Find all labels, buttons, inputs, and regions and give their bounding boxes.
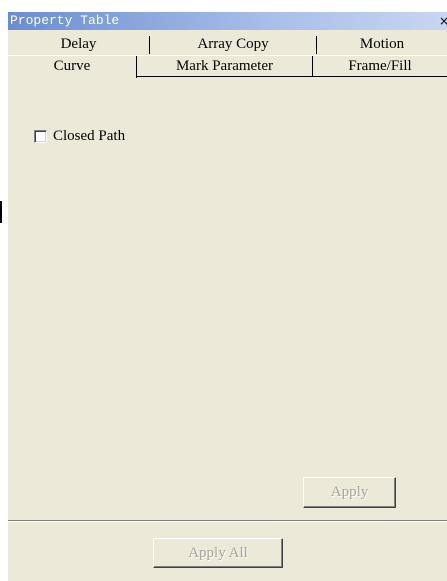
apply-all-button-label: Apply All bbox=[188, 545, 248, 561]
tab-frame-fill[interactable]: Frame/Fill bbox=[313, 56, 447, 76]
tab-row-baseline bbox=[137, 76, 447, 77]
close-icon[interactable]: × bbox=[439, 12, 447, 30]
apply-all-button[interactable]: Apply All bbox=[153, 538, 283, 568]
closed-path-checkbox[interactable] bbox=[34, 130, 47, 143]
tab-array-copy[interactable]: Array Copy bbox=[150, 34, 316, 54]
tab-curve-label: Curve bbox=[53, 58, 91, 74]
closed-path-option[interactable]: Closed Path bbox=[34, 128, 125, 145]
apply-button[interactable]: Apply bbox=[303, 477, 396, 508]
title-bar[interactable]: Property Table × bbox=[8, 12, 447, 30]
footer-divider-highlight bbox=[8, 521, 447, 522]
tab-curve[interactable]: Curve bbox=[8, 56, 136, 76]
apply-button-label: Apply bbox=[330, 484, 369, 500]
closed-path-label: Closed Path bbox=[53, 128, 126, 144]
property-table-window: Property Table × Delay Array Copy Motion… bbox=[8, 12, 447, 581]
tab-array-copy-label: Array Copy bbox=[197, 36, 269, 52]
tab-frame-fill-label: Frame/Fill bbox=[348, 58, 412, 74]
tab-motion-label: Motion bbox=[359, 36, 405, 52]
tab-mark-parameter-label: Mark Parameter bbox=[175, 58, 274, 74]
tab-mark-parameter[interactable]: Mark Parameter bbox=[137, 56, 312, 76]
tab-delay-label: Delay bbox=[60, 36, 97, 52]
window-title: Property Table bbox=[10, 13, 120, 28]
tab-motion[interactable]: Motion bbox=[317, 34, 447, 54]
tab-delay[interactable]: Delay bbox=[8, 34, 149, 54]
left-edge-marker bbox=[0, 201, 2, 223]
